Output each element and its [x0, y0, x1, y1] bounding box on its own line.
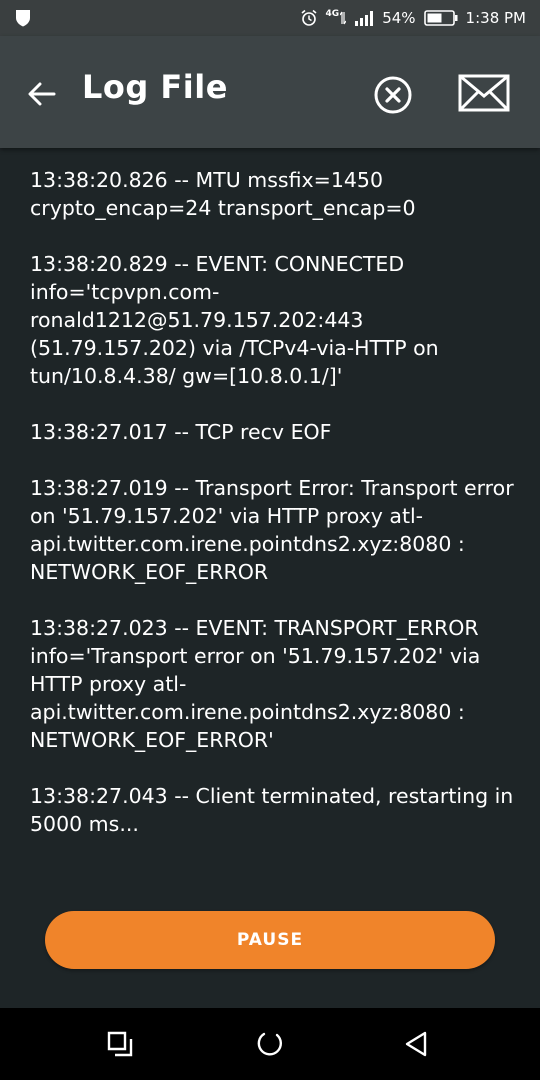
back-nav-button[interactable]: [400, 1028, 432, 1060]
recents-icon: [107, 1031, 133, 1057]
status-indicators: 4G 54% 1:38 PM: [300, 0, 526, 36]
log-entry: 13:38:27.019 -- Transport Error: Transpo…: [30, 476, 514, 584]
battery-icon: [423, 10, 458, 26]
log-entry: 13:38:20.829 -- EVENT: CONNECTED info='t…: [30, 252, 439, 388]
log-list: 13:38:20.826 -- MTU mssfix=1450 crypto_e…: [0, 148, 540, 838]
clear-log-button[interactable]: [372, 74, 414, 116]
log-entry: 13:38:27.023 -- EVENT: TRANSPORT_ERROR i…: [30, 616, 481, 752]
recents-button[interactable]: [104, 1028, 136, 1060]
log-entry: 13:38:27.017 -- TCP recv EOF: [30, 420, 332, 444]
app-bar: Log File: [0, 36, 540, 148]
back-triangle-icon: [405, 1031, 427, 1057]
log-entry: 13:38:20.826 -- MTU mssfix=1450 crypto_e…: [30, 168, 416, 220]
clock: 1:38 PM: [465, 9, 526, 27]
status-bar: 4G 54% 1:38 PM: [0, 0, 540, 36]
network-4g-icon: 4G: [326, 9, 347, 25]
pause-button[interactable]: PAUSE: [45, 911, 495, 969]
shield-icon: [16, 10, 30, 27]
log-entry: 13:38:27.043 -- Client terminated, resta…: [30, 784, 514, 836]
signal-icon: [355, 11, 374, 26]
envelope-icon: [458, 74, 510, 112]
log-view[interactable]: 13:38:20.826 -- MTU mssfix=1450 crypto_e…: [0, 148, 540, 888]
send-log-button[interactable]: [456, 72, 512, 114]
arrow-left-icon: [28, 82, 56, 106]
navigation-bar: [0, 1008, 540, 1080]
battery-percent: 54%: [382, 9, 416, 27]
alarm-icon: [301, 9, 317, 26]
back-button[interactable]: [22, 74, 62, 114]
page-title: Log File: [82, 68, 228, 106]
circle-x-icon: [374, 76, 412, 114]
home-icon: [257, 1032, 282, 1056]
home-button[interactable]: [254, 1028, 286, 1060]
